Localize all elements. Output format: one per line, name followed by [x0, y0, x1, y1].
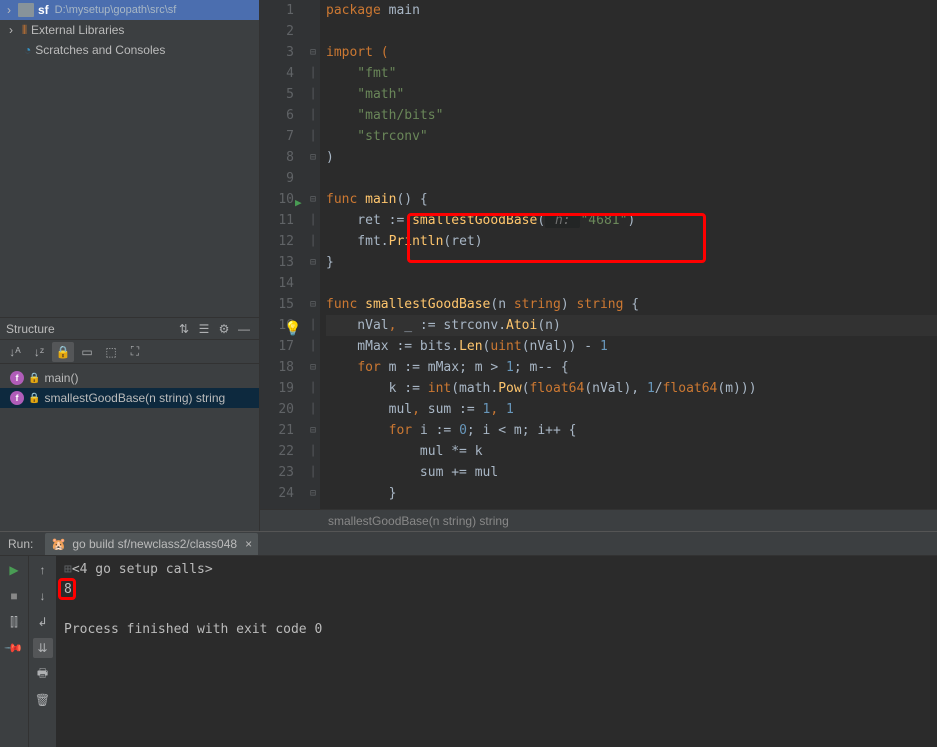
structure-panel: Structure ⇅ ☰ ⚙ — ↓ᴬ ↓ᶻ 🔒 ▭ ⬚ ⛶ f 🔒 main…: [0, 318, 259, 531]
structure-header: Structure ⇅ ☰ ⚙ —: [0, 318, 259, 340]
console-line: 8: [64, 582, 72, 597]
expand-icon[interactable]: ⛶: [124, 342, 146, 362]
project-name: sf: [38, 3, 49, 17]
scroll-icon[interactable]: ⇊: [33, 638, 53, 658]
run-tab-label: go build sf/newclass2/class048: [72, 537, 237, 551]
run-label: Run:: [8, 537, 33, 551]
code-area[interactable]: 1234 5678 9101112 13141516 17181920 2122…: [260, 0, 937, 509]
rerun-icon[interactable]: ▶: [4, 560, 24, 580]
sort-visibility-icon[interactable]: ↓ᶻ: [28, 342, 50, 362]
function-icon: f: [10, 371, 24, 385]
autoscroll-icon[interactable]: ⬚: [100, 342, 122, 362]
stop-icon[interactable]: ■: [4, 586, 24, 606]
structure-item-label: main(): [44, 371, 78, 385]
structure-item-label: smallestGoodBase(n string) string: [44, 391, 225, 405]
scratches-icon: ◔: [24, 43, 31, 57]
print-icon[interactable]: 🖶: [33, 664, 53, 684]
down-icon[interactable]: ↓: [33, 586, 53, 606]
structure-item-smallestgoodbase[interactable]: f 🔒 smallestGoodBase(n string) string: [0, 388, 259, 408]
run-tab[interactable]: 🐹 go build sf/newclass2/class048 ×: [45, 533, 258, 555]
structure-title: Structure: [6, 322, 173, 336]
run-toolbar-left: ▶ ■ ⫿⫿ 📌: [0, 556, 28, 747]
run-tool-window: Run: 🐹 go build sf/newclass2/class048 × …: [0, 531, 937, 747]
close-icon[interactable]: ×: [245, 537, 252, 551]
layout-icon[interactable]: ⫿⫿: [4, 612, 24, 632]
lock-icon: 🔒: [28, 373, 40, 384]
sort-alpha-icon[interactable]: ↓ᴬ: [4, 342, 26, 362]
chevron-right-icon[interactable]: ›: [4, 3, 14, 17]
project-root-row[interactable]: › sf D:\mysetup\gopath\src\sf: [0, 0, 259, 20]
project-tree: › sf D:\mysetup\gopath\src\sf › ⫴ Extern…: [0, 0, 259, 318]
breadcrumb-label: smallestGoodBase(n string) string: [328, 514, 509, 528]
structure-item-main[interactable]: f 🔒 main(): [0, 368, 259, 388]
pin-icon[interactable]: 📌: [0, 634, 28, 662]
scratches-row[interactable]: ◔ Scratches and Consoles: [0, 40, 259, 60]
minimize-icon[interactable]: —: [235, 320, 253, 338]
console-output[interactable]: ⊞<4 go setup calls> 8 Process finished w…: [56, 556, 937, 747]
show-packages-icon[interactable]: ▭: [76, 342, 98, 362]
run-header: Run: 🐹 go build sf/newclass2/class048 ×: [0, 532, 937, 556]
run-gutter-icon[interactable]: ▶: [295, 192, 302, 213]
gutter: 1234 5678 9101112 13141516 17181920 2122…: [260, 0, 306, 509]
editor: 1234 5678 9101112 13141516 17181920 2122…: [260, 0, 937, 531]
lock-icon: 🔒: [28, 393, 40, 404]
run-toolbar-right: ↑ ↓ ↲ ⇊ 🖶 🗑: [28, 556, 56, 747]
left-panel: › sf D:\mysetup\gopath\src\sf › ⫴ Extern…: [0, 0, 260, 531]
run-body: ▶ ■ ⫿⫿ 📌 ↑ ↓ ↲ ⇊ 🖶 🗑 ⊞<4 go setup calls>…: [0, 556, 937, 747]
filter-icon[interactable]: ☰: [195, 320, 213, 338]
external-libraries-row[interactable]: › ⫴ External Libraries: [0, 20, 259, 40]
fold-column: ⊟│ │││⊟ ⊟││ ⊟⊟│ │⊟││ ⊟││⊟: [306, 0, 320, 509]
show-private-icon[interactable]: 🔒: [52, 342, 74, 362]
chevron-right-icon[interactable]: ›: [6, 23, 16, 37]
scratches-label: Scratches and Consoles: [35, 43, 165, 57]
trash-icon[interactable]: 🗑: [33, 690, 53, 710]
wrap-icon[interactable]: ↲: [33, 612, 53, 632]
code-body[interactable]: package main import ( "fmt" "math" "math…: [320, 0, 937, 509]
library-icon: ⫴: [22, 23, 27, 38]
function-icon: f: [10, 391, 24, 405]
project-path: D:\mysetup\gopath\src\sf: [55, 4, 177, 16]
gear-icon[interactable]: ⚙: [215, 320, 233, 338]
console-line: <4 go setup calls>: [72, 562, 213, 577]
fold-icon[interactable]: ⊞: [64, 562, 72, 577]
go-icon: 🐹: [51, 537, 66, 551]
breadcrumb[interactable]: smallestGoodBase(n string) string: [260, 509, 937, 531]
structure-toolbar: ↓ᴬ ↓ᶻ 🔒 ▭ ⬚ ⛶: [0, 340, 259, 364]
folder-icon: [18, 3, 34, 17]
sort-icon[interactable]: ⇅: [175, 320, 193, 338]
structure-body: f 🔒 main() f 🔒 smallestGoodBase(n string…: [0, 364, 259, 412]
intention-bulb-icon[interactable]: 💡: [284, 319, 301, 340]
console-line: Process finished with exit code 0: [64, 622, 322, 637]
external-libraries-label: External Libraries: [31, 23, 124, 37]
up-icon[interactable]: ↑: [33, 560, 53, 580]
